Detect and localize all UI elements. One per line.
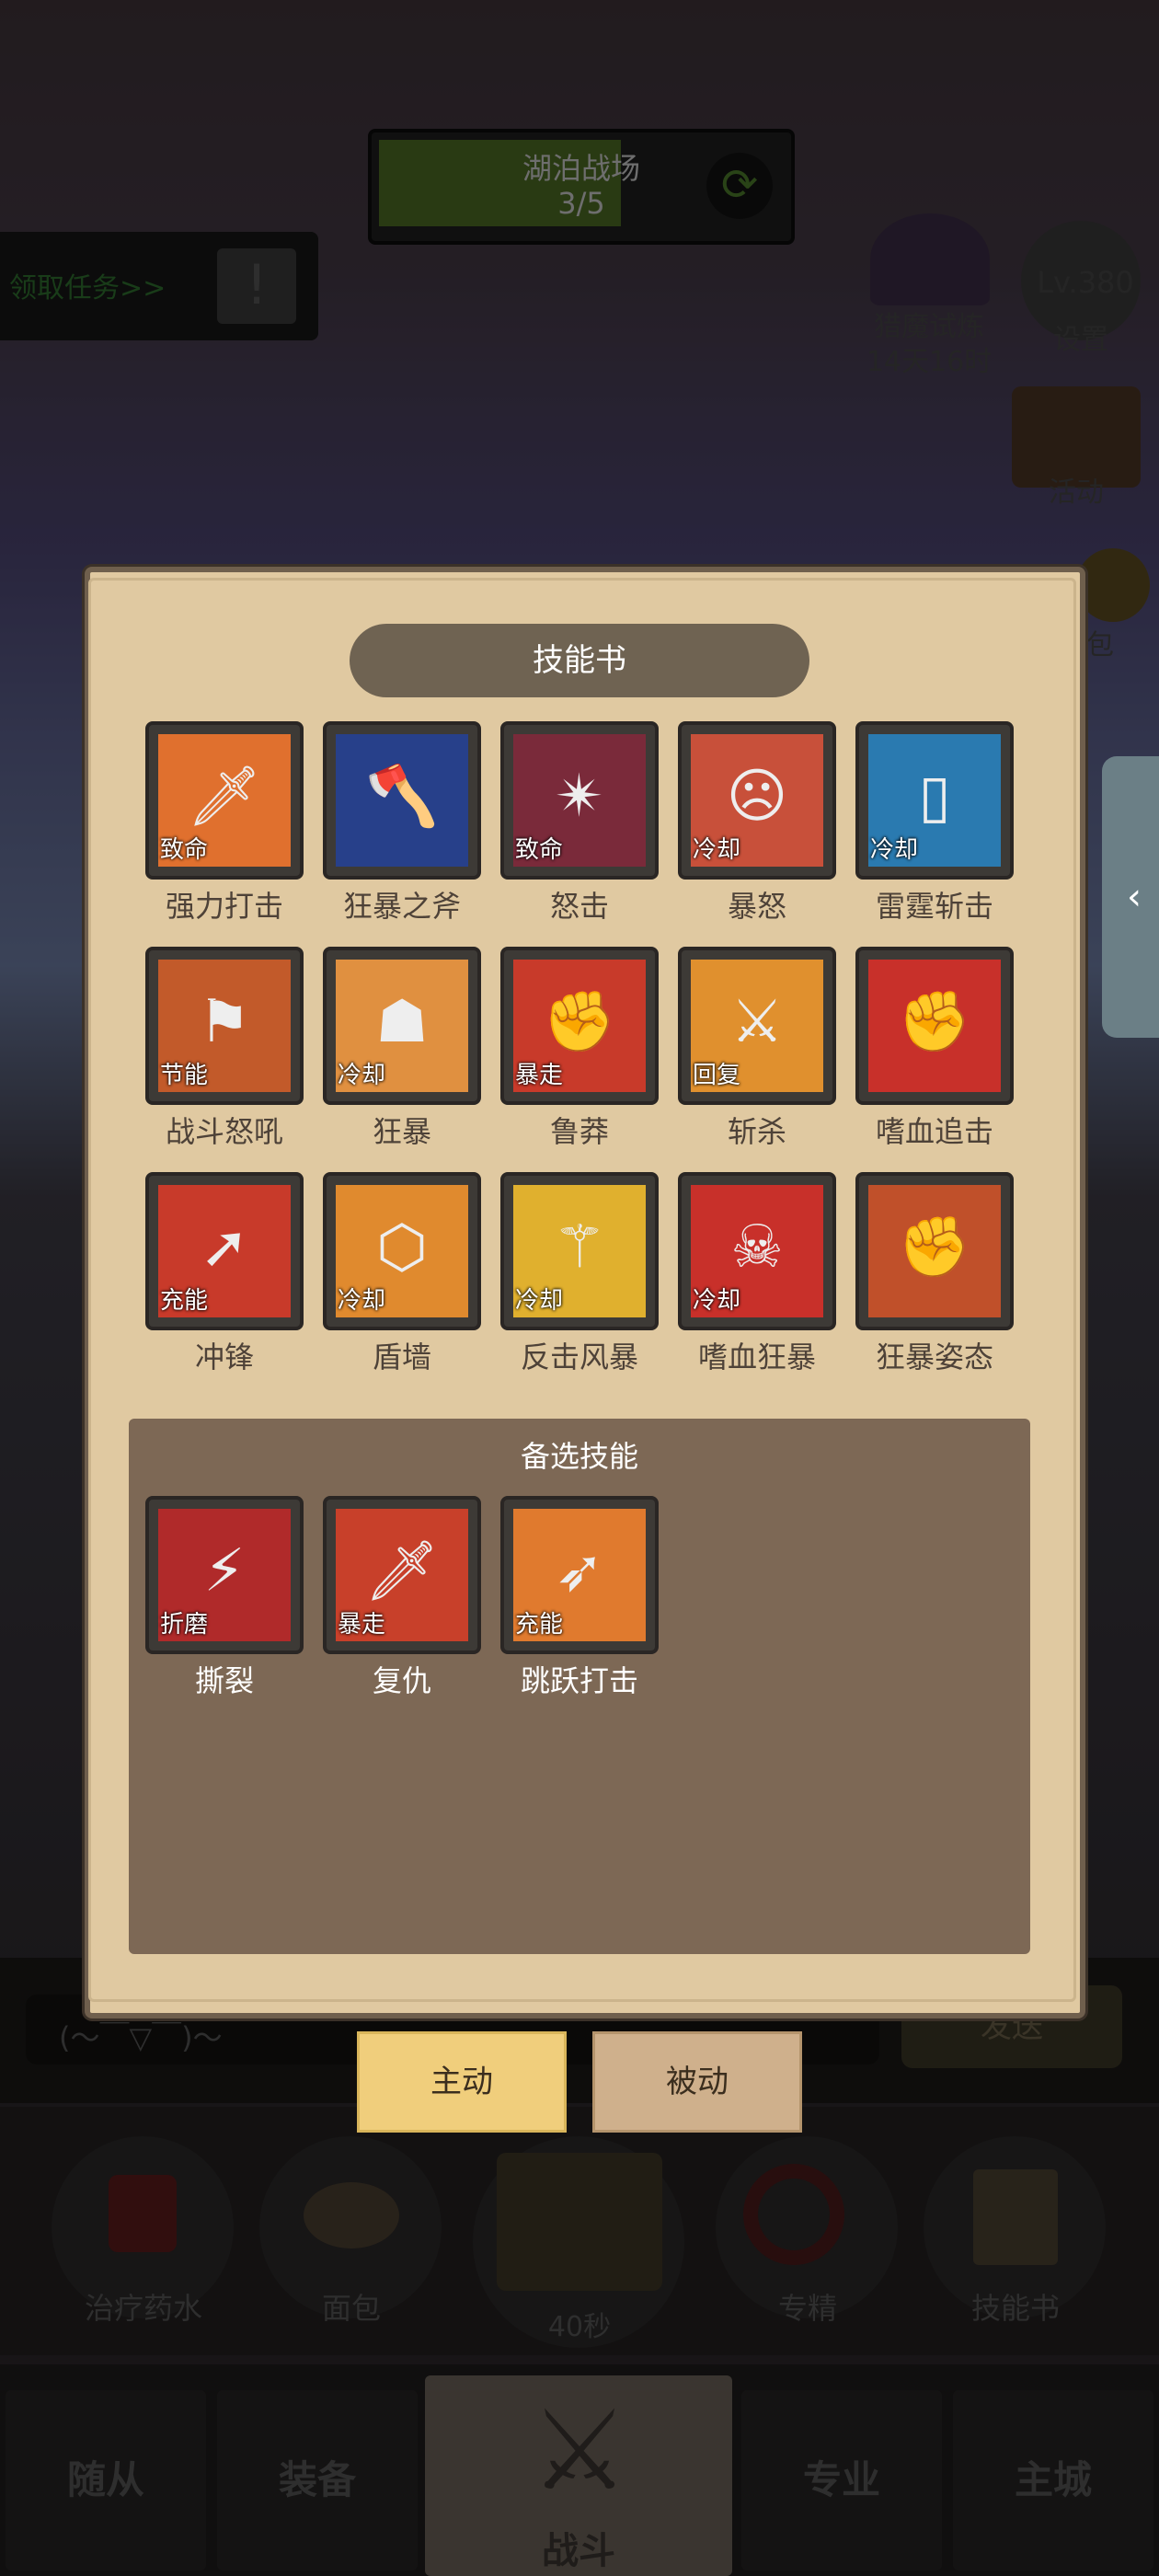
skill-frame[interactable]: ⚔ 回复 bbox=[678, 947, 836, 1105]
skill-slot[interactable]: ☹ 冷却暴怒 bbox=[669, 721, 845, 926]
lightning-axe-icon: 🪓 bbox=[336, 734, 468, 867]
skill-glyph: 🗡 bbox=[187, 763, 262, 831]
skill-name: 狂暴 bbox=[372, 1114, 431, 1149]
skill-slot[interactable]: ⬡ 冷却盾墙 bbox=[314, 1172, 490, 1376]
chevron-left-icon[interactable]: ‹ bbox=[1102, 756, 1159, 1038]
skill-tag: 冷却 bbox=[870, 836, 919, 864]
skill-slot[interactable]: ✊ 狂暴姿态 bbox=[846, 1172, 1023, 1376]
skill-tag: 冷却 bbox=[338, 1062, 386, 1089]
skill-frame[interactable]: ☠ 冷却 bbox=[678, 1172, 836, 1330]
skill-slot[interactable]: ⚔ 回复斩杀 bbox=[669, 947, 845, 1151]
skill-glyph: ✊ bbox=[898, 1213, 971, 1282]
skill-frame[interactable]: ▯ 冷却 bbox=[855, 721, 1014, 880]
skill-slot[interactable]: ▯ 冷却雷霆斩击 bbox=[846, 721, 1023, 926]
skill-tag: 暴走 bbox=[338, 1611, 386, 1639]
skill-slot[interactable]: 🗡 致命强力打击 bbox=[136, 721, 313, 926]
skill-slot[interactable]: ✊ 暴走鲁莽 bbox=[491, 947, 668, 1151]
passive-skills-button[interactable]: 被动 bbox=[592, 2031, 802, 2133]
skill-name: 战斗怒吼 bbox=[165, 1114, 283, 1149]
skill-name: 反击风暴 bbox=[520, 1340, 638, 1374]
skill-name: 撕裂 bbox=[194, 1663, 254, 1698]
skill-frame[interactable]: ⚑ 节能 bbox=[145, 947, 304, 1105]
skill-glyph: ✊ bbox=[543, 988, 616, 1056]
skill-frame[interactable]: ⚚ 冷却 bbox=[500, 1172, 659, 1330]
skill-name: 怒击 bbox=[549, 889, 609, 924]
skill-frame[interactable]: ✊ 暴走 bbox=[500, 947, 659, 1105]
skill-slot[interactable]: ⚑ 节能战斗怒吼 bbox=[136, 947, 313, 1151]
skill-slot[interactable]: ⚡ 折磨撕裂 bbox=[136, 1496, 313, 1700]
skill-frame[interactable]: 🗡 致命 bbox=[145, 721, 304, 880]
skill-tag: 充能 bbox=[160, 1287, 209, 1315]
skill-tag: 冷却 bbox=[693, 1287, 741, 1315]
skill-frame[interactable]: ➶ 充能 bbox=[500, 1496, 659, 1654]
skill-tag: 致命 bbox=[515, 836, 564, 864]
golden-fist-icon: ✊ bbox=[868, 1185, 1001, 1317]
skill-glyph: ✊ bbox=[898, 988, 971, 1056]
skill-tag: 冷却 bbox=[693, 836, 741, 864]
skill-slot[interactable]: ☗ 冷却狂暴 bbox=[314, 947, 490, 1151]
skill-slot[interactable]: ⚚ 冷却反击风暴 bbox=[491, 1172, 668, 1376]
skill-name: 斩杀 bbox=[727, 1114, 786, 1149]
skill-tag: 节能 bbox=[160, 1062, 209, 1089]
skill-glyph: ☹ bbox=[726, 763, 788, 831]
skill-name: 盾墙 bbox=[372, 1340, 431, 1374]
skill-frame[interactable]: 🗡 暴走 bbox=[323, 1496, 481, 1654]
skill-glyph: ⚔ bbox=[730, 988, 784, 1056]
skill-name: 狂暴姿态 bbox=[875, 1340, 993, 1374]
skill-slot[interactable]: ➚ 充能冲锋 bbox=[136, 1172, 313, 1376]
backup-skills-title: 备选技能 bbox=[520, 1439, 638, 1474]
skill-tag: 致命 bbox=[160, 836, 209, 864]
skill-slot[interactable]: 🗡 暴走复仇 bbox=[314, 1496, 490, 1700]
skill-slot[interactable]: 🪓 狂暴之斧 bbox=[314, 721, 490, 926]
skill-glyph: ☗ bbox=[375, 988, 429, 1056]
bloodthirst-fist-icon: ✊ bbox=[868, 960, 1001, 1092]
skill-slot[interactable]: ✴ 致命怒击 bbox=[491, 721, 668, 926]
skill-glyph: ⚡ bbox=[203, 1537, 246, 1605]
skill-name: 冲锋 bbox=[194, 1340, 254, 1374]
skill-frame[interactable]: ⬡ 冷却 bbox=[323, 1172, 481, 1330]
skill-glyph: ➶ bbox=[555, 1537, 604, 1605]
skill-tag: 回复 bbox=[693, 1062, 741, 1089]
skill-frame[interactable]: ✊ bbox=[855, 947, 1014, 1105]
skill-glyph: 🗡 bbox=[364, 1537, 440, 1605]
skill-frame[interactable]: ☹ 冷却 bbox=[678, 721, 836, 880]
skill-glyph: ⬡ bbox=[376, 1213, 428, 1282]
skill-slot[interactable]: ➶ 充能跳跃打击 bbox=[491, 1496, 668, 1700]
skill-glyph: ▯ bbox=[918, 763, 951, 831]
skill-name: 跳跃打击 bbox=[520, 1663, 638, 1698]
skill-tag: 冷却 bbox=[338, 1287, 386, 1315]
skill-name: 雷霆斩击 bbox=[875, 889, 993, 924]
skill-tag: 冷却 bbox=[515, 1287, 564, 1315]
active-skills-button[interactable]: 主动 bbox=[357, 2031, 567, 2133]
skill-slot[interactable]: ✊ 嗜血追击 bbox=[846, 947, 1023, 1151]
skill-frame[interactable]: 🪓 bbox=[323, 721, 481, 880]
skill-glyph: ✴ bbox=[555, 763, 604, 831]
skill-name: 狂暴之斧 bbox=[342, 889, 461, 924]
skill-frame[interactable]: ✊ bbox=[855, 1172, 1014, 1330]
skill-tag: 暴走 bbox=[515, 1062, 564, 1089]
skill-name: 嗜血狂暴 bbox=[697, 1340, 816, 1374]
skill-frame[interactable]: ➚ 充能 bbox=[145, 1172, 304, 1330]
skill-glyph: ➚ bbox=[200, 1213, 249, 1282]
skill-glyph: ⚑ bbox=[198, 988, 251, 1056]
skill-name: 嗜血追击 bbox=[875, 1114, 993, 1149]
skill-glyph: 🪓 bbox=[365, 763, 439, 831]
skill-name: 复仇 bbox=[372, 1663, 431, 1698]
skill-glyph: ☠ bbox=[730, 1213, 784, 1282]
skill-frame[interactable]: ☗ 冷却 bbox=[323, 947, 481, 1105]
skill-name: 暴怒 bbox=[727, 889, 786, 924]
skill-frame[interactable]: ⚡ 折磨 bbox=[145, 1496, 304, 1654]
skill-slot[interactable]: ☠ 冷却嗜血狂暴 bbox=[669, 1172, 845, 1376]
dialog-title: 技能书 bbox=[533, 642, 626, 679]
skill-tag: 折磨 bbox=[160, 1611, 209, 1639]
skill-name: 强力打击 bbox=[165, 889, 283, 924]
skill-glyph: ⚚ bbox=[553, 1213, 606, 1282]
skill-frame[interactable]: ✴ 致命 bbox=[500, 721, 659, 880]
skill-tag: 充能 bbox=[515, 1611, 564, 1639]
skill-name: 鲁莽 bbox=[549, 1114, 609, 1149]
